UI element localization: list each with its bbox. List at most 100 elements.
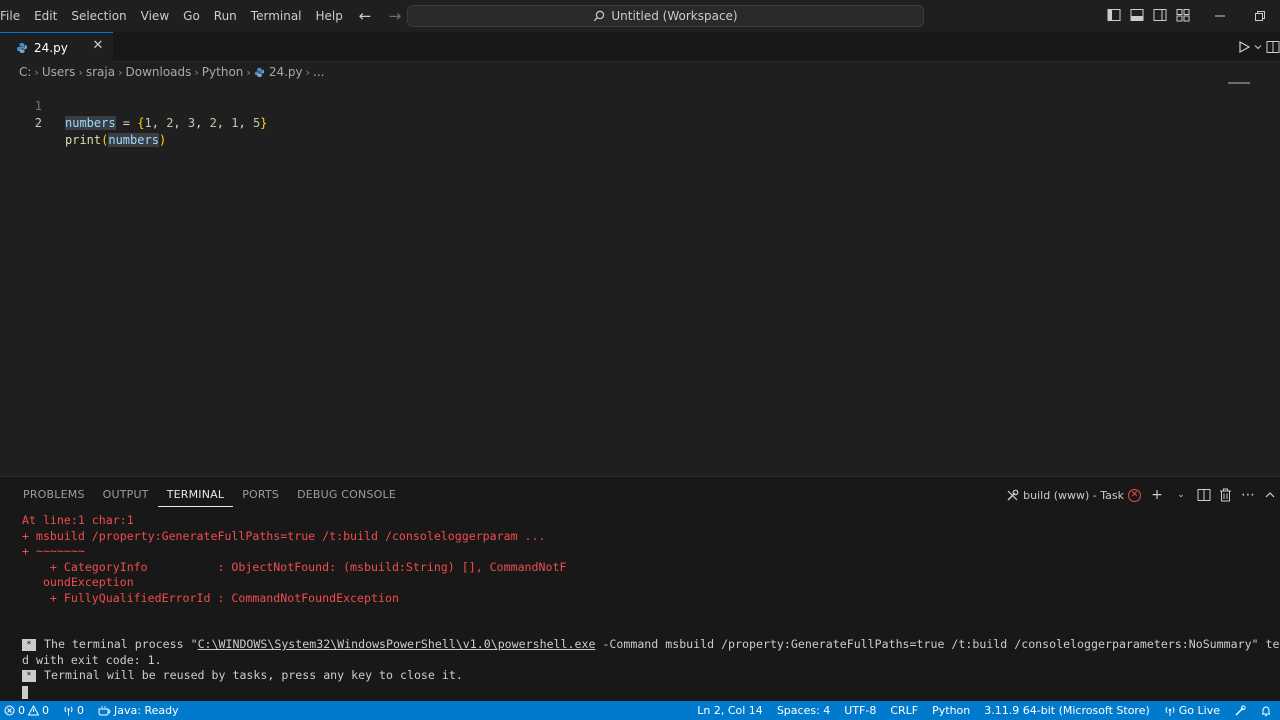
terminal-line: + ~~~~~~~ [22,544,85,558]
menu-edit[interactable]: Edit [27,0,64,32]
forward-arrow-icon[interactable]: → [386,7,404,25]
breadcrumb-item[interactable]: Downloads [125,65,191,79]
customize-layout-icon[interactable] [1176,8,1190,22]
python-file-icon [17,42,27,53]
terminal-reuse-line: * Terminal will be reused by tasks, press… [22,668,463,684]
chevron-right-icon: › [246,65,251,79]
code-text[interactable]: print(numbers) [65,132,166,149]
breadcrumb-item[interactable]: sraja [86,65,115,79]
breadcrumb-item[interactable]: C: [19,65,31,79]
code-token: { [137,116,145,130]
restore-icon[interactable] [1240,0,1280,32]
run-icon[interactable] [1238,38,1250,56]
more-icon[interactable]: ⋯ [1240,487,1256,503]
problems-status[interactable]: 0 0 [4,704,49,717]
search-icon [594,10,605,22]
back-arrow-icon[interactable]: ← [356,7,374,25]
split-editor-icon[interactable] [1266,38,1280,56]
plus-icon[interactable]: + [1149,487,1165,503]
encoding-setting[interactable]: UTF-8 [844,704,876,717]
code-token: , [151,116,167,130]
go-live-button[interactable]: Go Live [1164,704,1220,717]
minimize-icon[interactable] [1200,0,1240,32]
breadcrumb-item[interactable]: Users [42,65,76,79]
terminal-output[interactable]: At line:1 char:1 + msbuild /property:Gen… [22,513,1280,715]
java-status-label: Java: Ready [114,704,179,717]
terminal-line: oundException [22,575,134,589]
python-file-icon [254,67,264,77]
chevron-right-icon: › [78,65,83,79]
panel-tabs: PROBLEMS OUTPUT TERMINAL PORTS DEBUG CON… [14,483,405,507]
code-line: 2 print(numbers) [0,98,166,147]
menu-help[interactable]: Help [309,0,350,32]
menu-go[interactable]: Go [176,0,207,32]
command-center[interactable]: Untitled (Workspace) [407,5,924,27]
reuse-message: Terminal will be reused by tasks, press … [44,668,463,682]
code-editor[interactable]: 1 numbers = {1, 2, 3, 2, 1, 5} 2 print(n… [0,80,1280,475]
terminal-line: d with exit code: 1. [22,652,162,667]
toggle-primary-sidebar-icon[interactable] [1107,8,1121,22]
task-label: build (www) - Task [1023,488,1124,502]
editor-actions [1238,38,1280,56]
chevron-right-icon: › [194,65,199,79]
tab-debug-console[interactable]: DEBUG CONSOLE [288,483,405,507]
code-token: , [195,116,210,130]
terminal-cursor [22,685,28,701]
broadcast-icon [1165,706,1175,716]
eol-setting[interactable]: CRLF [890,704,918,717]
terminal-line: + CategoryInfo : ObjectNotFound: (msbuil… [22,559,567,574]
java-status[interactable]: Java: Ready [98,704,179,717]
terminal-task-selector[interactable]: build (www) - Task ✕ [1006,488,1141,502]
chevron-down-icon[interactable]: ⌄ [1173,490,1189,500]
toggle-panel-icon[interactable] [1130,8,1144,22]
chevron-up-icon[interactable] [1264,489,1276,501]
warning-count: 0 [42,704,49,717]
warning-icon [28,705,39,716]
tools-icon [1007,489,1019,501]
go-live-label: Go Live [1178,704,1220,717]
menu-selection[interactable]: Selection [64,0,133,32]
menu-terminal[interactable]: Terminal [244,0,309,32]
cursor-position[interactable]: Ln 2, Col 14 [697,704,763,717]
title-bar: File Edit Selection View Go Run Terminal… [0,0,1280,32]
bottom-panel: PROBLEMS OUTPUT TERMINAL PORTS DEBUG CON… [0,476,1280,701]
tab-terminal[interactable]: TERMINAL [157,483,234,507]
terminal-line: + msbuild /property:GenerateFullPaths=tr… [22,528,546,543]
process-prefix: The terminal process " [44,637,198,651]
radio-tower-icon [64,706,73,716]
tab-output[interactable]: OUTPUT [94,483,158,507]
menu-view[interactable]: View [134,0,176,32]
feedback-icon[interactable] [1234,704,1246,717]
minimap[interactable] [1228,82,1250,84]
code-token: = [115,116,138,130]
code-token: 2 [209,116,217,130]
chevron-down-icon[interactable] [1254,38,1262,56]
python-interpreter[interactable]: 3.11.9 64-bit (Microsoft Store) [984,704,1150,717]
line-number: 2 [34,116,42,130]
breadcrumb-item[interactable]: Python [202,65,244,79]
bell-icon[interactable] [1260,705,1272,717]
tab-ports[interactable]: PORTS [233,483,288,507]
breadcrumb-item[interactable]: 24.py [269,65,303,79]
toggle-secondary-sidebar-icon[interactable] [1153,8,1167,22]
menu-run[interactable]: Run [207,0,244,32]
ports-status[interactable]: 0 [63,704,84,717]
process-suffix: -Command msbuild /property:GenerateFullP… [595,637,1280,651]
trash-icon[interactable] [1219,488,1232,502]
error-icon [4,705,15,716]
code-token: } [260,116,268,130]
menu-file[interactable]: File [0,0,27,32]
indentation-setting[interactable]: Spaces: 4 [777,704,830,717]
language-mode[interactable]: Python [932,704,970,717]
split-terminal-icon[interactable] [1197,488,1211,502]
chevron-right-icon: › [34,65,39,79]
code-text[interactable]: numbers = {1, 2, 3, 2, 1, 5} [65,115,267,132]
breadcrumb-item[interactable]: ... [313,65,324,79]
window-controls [1200,0,1280,32]
tab-problems[interactable]: PROBLEMS [14,483,94,507]
close-icon[interactable]: ✕ [92,39,104,52]
code-token: 1 [144,116,152,130]
asterisk-marker-icon: * [22,638,36,651]
terminal-process-line: * The terminal process "C:\WINDOWS\System… [22,637,1280,653]
powershell-path-link[interactable]: C:\WINDOWS\System32\WindowsPowerShell\v1… [198,637,596,651]
